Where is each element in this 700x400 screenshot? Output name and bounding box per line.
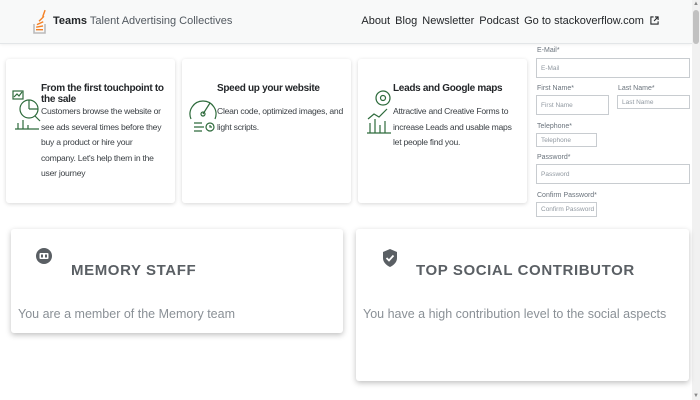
telephone-label: Telephone* <box>537 123 573 130</box>
stack-logo-icon[interactable] <box>32 9 48 35</box>
page-scrollbar[interactable]: ▲ ▼ <box>692 0 700 400</box>
brand-rest: Talent Advertising Collectives <box>89 15 233 27</box>
nav-podcast[interactable]: Podcast <box>479 15 519 27</box>
feature-description: Attractive and Creative Forms to increas… <box>393 106 512 148</box>
feature-title: Leads and Google maps <box>393 83 503 94</box>
top-nav: About Blog Newsletter Podcast Go to stac… <box>359 15 659 27</box>
feature-title: Speed up your website <box>217 83 320 94</box>
telephone-field[interactable] <box>536 133 597 147</box>
password-field[interactable] <box>536 164 690 184</box>
feature-title: From the first touchpoint to the sale <box>41 83 164 105</box>
scrollbar-thumb[interactable] <box>693 10 699 44</box>
last-name-field[interactable] <box>617 95 690 109</box>
badge-description: You are a member of the Memory team <box>18 307 235 321</box>
analytics-icon <box>12 90 41 130</box>
first-name-label: First Name* <box>537 85 574 92</box>
badge-description: You have a high contribution level to th… <box>363 307 667 321</box>
map-pin-growth-icon <box>367 90 391 134</box>
badge-card-top-social-contributor: TOP SOCIAL CONTRIBUTOR You have a high c… <box>356 229 689 381</box>
external-link-icon[interactable] <box>650 16 659 25</box>
feature-description: Clean code, optimized images, and light … <box>217 106 343 132</box>
badge-title: MEMORY STAFF <box>71 262 197 279</box>
brand-title[interactable]: Teams Talent Advertising Collectives <box>53 15 232 27</box>
confirm-password-field[interactable] <box>536 202 597 217</box>
nav-about[interactable]: About <box>361 15 390 27</box>
last-name-label: Last Name* <box>618 85 655 92</box>
brand-main: Teams <box>53 15 88 27</box>
password-label: Password* <box>537 154 571 161</box>
badge-card-memory-staff: MEMORY STAFF You are a member of the Mem… <box>11 229 343 333</box>
nav-newsletter[interactable]: Newsletter <box>422 15 474 27</box>
scroll-down-arrow-icon[interactable]: ▼ <box>692 392 700 400</box>
email-field[interactable] <box>536 58 690 78</box>
confirm-password-label: Confirm Password* <box>537 192 597 199</box>
nav-go-to-stackoverflow[interactable]: Go to stackoverflow.com <box>524 15 644 27</box>
feature-card-touchpoint: From the first touchpoint to the sale Cu… <box>6 59 175 203</box>
badge-title: TOP SOCIAL CONTRIBUTOR <box>416 262 635 279</box>
feature-card-speed: Speed up your website Clean code, optimi… <box>182 59 351 203</box>
first-name-field[interactable] <box>536 95 609 115</box>
feature-card-leads: Leads and Google maps Attractive and Cre… <box>358 59 527 203</box>
top-navbar: Teams Talent Advertising Collectives Abo… <box>0 0 692 44</box>
scroll-up-arrow-icon[interactable]: ▲ <box>692 0 700 8</box>
email-label: E-Mail* <box>537 47 560 54</box>
shield-check-icon <box>383 249 397 267</box>
memory-chip-icon <box>36 248 52 264</box>
speedometer-icon <box>189 100 217 132</box>
nav-blog[interactable]: Blog <box>395 15 417 27</box>
feature-description: Customers browse the website or see ads … <box>41 106 162 179</box>
